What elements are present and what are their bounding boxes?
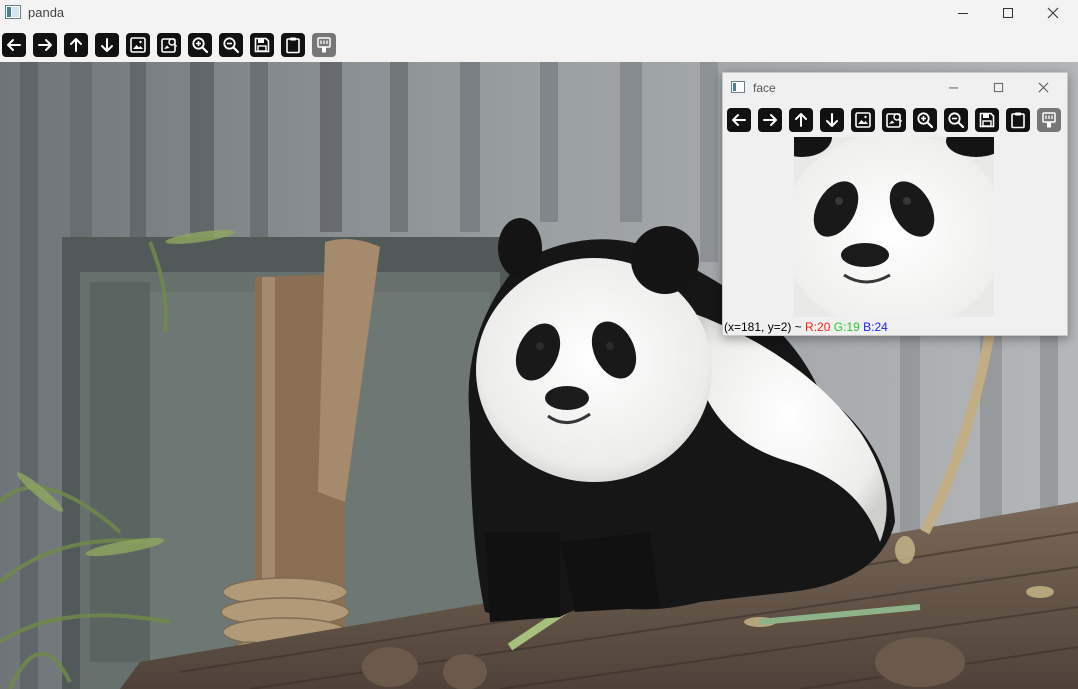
zoom-in-button[interactable] (188, 33, 212, 57)
properties-icon (1042, 112, 1056, 128)
app-icon (5, 5, 21, 19)
pan-left-button[interactable] (2, 33, 26, 57)
pan-right-button[interactable] (33, 33, 57, 57)
close-button[interactable] (1030, 0, 1076, 26)
face-titlebar[interactable]: face (723, 73, 1067, 101)
face-properties-button[interactable] (1037, 108, 1061, 132)
window-title: panda (28, 5, 65, 20)
close-icon (1047, 7, 1059, 19)
face-app-icon (731, 81, 745, 93)
face-close-button[interactable] (1021, 75, 1065, 99)
maximize-button[interactable] (985, 0, 1031, 26)
close-icon (1038, 82, 1048, 92)
pixel-red-value: R:20 (805, 320, 831, 334)
face-window-title: face (753, 81, 776, 95)
arrow-down-icon (826, 113, 838, 127)
face-maximize-button[interactable] (976, 75, 1020, 99)
copy-clipboard-button[interactable] (281, 33, 305, 57)
image-zoom-icon (886, 113, 903, 128)
face-minimize-button[interactable] (931, 75, 975, 99)
clipboard-icon (286, 37, 300, 54)
arrow-left-icon (7, 39, 21, 51)
pixel-info-status: (x=181, y=2) ~ R:20 G:19 B:24 (723, 320, 1067, 336)
save-icon (979, 112, 995, 128)
minimize-icon (958, 13, 968, 14)
clipboard-icon (1011, 112, 1025, 129)
pixel-coords: (x=181, y=2) ~ (724, 320, 806, 334)
image-zoom-icon (161, 38, 178, 53)
face-pan-left-button[interactable] (727, 108, 751, 132)
face-zoom-fit-button[interactable] (851, 108, 875, 132)
face-pan-up-button[interactable] (789, 108, 813, 132)
zoom-original-button[interactable] (157, 33, 181, 57)
zoom-fit-button[interactable] (126, 33, 150, 57)
minimize-button[interactable] (940, 0, 986, 26)
arrow-right-icon (763, 114, 777, 126)
face-save-button[interactable] (975, 108, 999, 132)
face-copy-clipboard-button[interactable] (1006, 108, 1030, 132)
face-zoom-out-button[interactable] (944, 108, 968, 132)
main-titlebar[interactable]: panda (0, 0, 1078, 26)
maximize-icon (993, 82, 1003, 92)
arrow-right-icon (38, 39, 52, 51)
minimize-icon (948, 87, 958, 88)
properties-button[interactable] (312, 33, 336, 57)
face-pan-down-button[interactable] (820, 108, 844, 132)
face-zoom-in-button[interactable] (913, 108, 937, 132)
arrow-down-icon (101, 38, 113, 52)
panda-face-image (794, 137, 994, 317)
zoom-out-button[interactable] (219, 33, 243, 57)
face-window: face (x=181, y=2) ~ R:20 G:19 B:24 (722, 72, 1068, 336)
zoom-in-icon (192, 37, 209, 54)
maximize-icon (1003, 8, 1013, 18)
zoom-in-icon (917, 112, 934, 129)
image-icon (855, 112, 871, 128)
zoom-out-icon (948, 112, 965, 129)
arrow-left-icon (732, 114, 746, 126)
zoom-out-icon (223, 37, 240, 54)
face-image-canvas[interactable] (794, 137, 994, 317)
save-button[interactable] (250, 33, 274, 57)
arrow-up-icon (70, 38, 82, 52)
pan-up-button[interactable] (64, 33, 88, 57)
pixel-green-value: G:19 (833, 320, 860, 334)
pan-down-button[interactable] (95, 33, 119, 57)
arrow-up-icon (795, 113, 807, 127)
face-zoom-original-button[interactable] (882, 108, 906, 132)
face-pan-right-button[interactable] (758, 108, 782, 132)
pixel-blue-value: B:24 (863, 320, 888, 334)
image-icon (130, 37, 146, 53)
properties-icon (317, 37, 331, 53)
save-icon (254, 37, 270, 53)
